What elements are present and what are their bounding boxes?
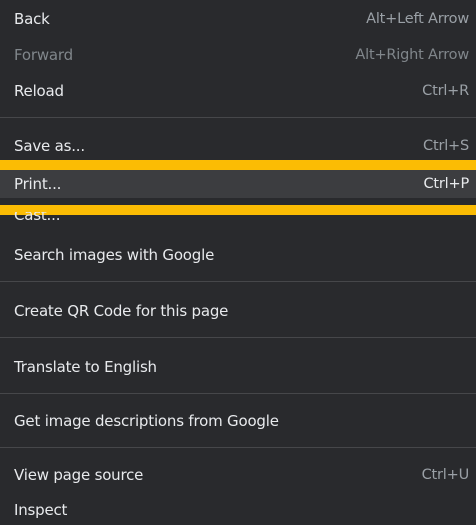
menu-item-shortcut: Alt+Right Arrow: [355, 47, 469, 63]
menu-item-cast[interactable]: Cast...: [0, 212, 476, 234]
menu-item-shortcut: Ctrl+S: [423, 138, 469, 154]
menu-separator: [0, 393, 476, 394]
menu-item-back[interactable]: Back Alt+Left Arrow: [0, 3, 476, 35]
menu-item-label: Search images with Google: [14, 246, 215, 264]
menu-item-label: Translate to English: [14, 358, 157, 376]
menu-item-label: Save as...: [14, 137, 85, 155]
menu-item-inspect[interactable]: Inspect: [0, 495, 476, 525]
menu-item-view-page-source[interactable]: View page source Ctrl+U: [0, 459, 476, 491]
annotation-highlight-bar-top: [0, 160, 476, 170]
menu-item-shortcut: Ctrl+U: [421, 467, 470, 483]
menu-separator: [0, 281, 476, 282]
menu-item-label: Get image descriptions from Google: [14, 412, 279, 430]
context-menu: Back Alt+Left Arrow Forward Alt+Right Ar…: [0, 0, 476, 525]
menu-item-get-image-descriptions[interactable]: Get image descriptions from Google: [0, 405, 476, 437]
menu-item-shortcut: Ctrl+P: [423, 176, 470, 192]
menu-separator: [0, 447, 476, 448]
menu-item-translate[interactable]: Translate to English: [0, 351, 476, 383]
menu-item-forward: Forward Alt+Right Arrow: [0, 39, 476, 71]
menu-item-label: View page source: [14, 466, 144, 484]
menu-item-label: Back: [14, 10, 50, 28]
menu-item-label: Inspect: [14, 501, 68, 519]
menu-item-create-qr-code[interactable]: Create QR Code for this page: [0, 295, 476, 327]
menu-item-label: Cast...: [14, 212, 61, 224]
menu-item-label: Create QR Code for this page: [14, 302, 229, 320]
menu-item-shortcut: Ctrl+R: [422, 83, 469, 99]
menu-item-label: Reload: [14, 82, 64, 100]
menu-item-label: Forward: [14, 46, 73, 64]
menu-item-save-as[interactable]: Save as... Ctrl+S: [0, 130, 476, 162]
menu-item-label: Print...: [14, 175, 62, 193]
menu-item-reload[interactable]: Reload Ctrl+R: [0, 75, 476, 107]
menu-separator: [0, 337, 476, 338]
menu-separator: [0, 117, 476, 118]
menu-item-print[interactable]: Print... Ctrl+P: [0, 170, 476, 198]
menu-item-shortcut: Alt+Left Arrow: [366, 11, 469, 27]
menu-item-search-images-with-google[interactable]: Search images with Google: [0, 239, 476, 271]
